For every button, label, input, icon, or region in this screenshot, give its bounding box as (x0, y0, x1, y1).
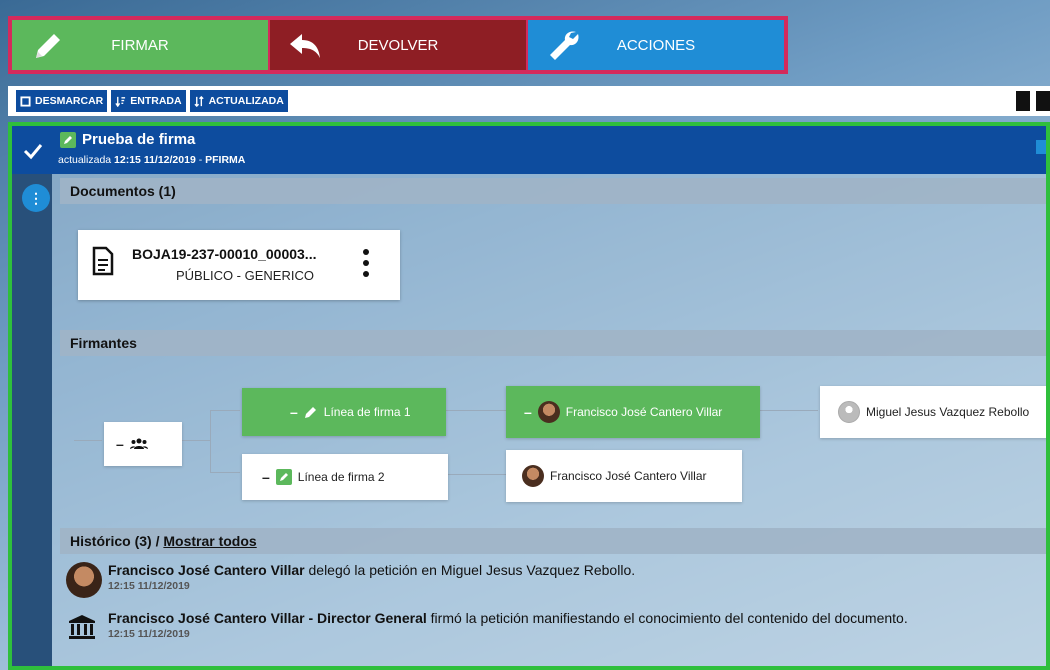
sort-actualizada-button[interactable]: ACTUALIZADA (189, 90, 288, 112)
pencil-icon (275, 469, 292, 485)
documents-section-header: Documentos (1) (60, 178, 1046, 204)
more-options-icon[interactable]: ⋮ (22, 184, 50, 212)
documents-header: Documentos (1) (70, 183, 176, 199)
actualizada-label: ACTUALIZADA (208, 95, 284, 107)
header-side-button[interactable] (1036, 140, 1046, 154)
square-icon (20, 95, 31, 107)
document-card[interactable]: BOJA19-237-00010_00003... PÚBLICO - GENE… (78, 230, 400, 300)
user-avatar (522, 465, 544, 487)
firmar-button[interactable]: FIRMAR (12, 20, 268, 70)
request-title-text: Prueba de firma (82, 131, 196, 148)
request-card: Prueba de firma actualizada 12:15 11/12/… (8, 122, 1050, 670)
history-actor: Francisco José Cantero Villar - Director… (108, 610, 427, 626)
tree-line (210, 410, 240, 411)
signature-line-label: Línea de firma 1 (323, 405, 411, 419)
users-icon (129, 438, 148, 449)
history-action: delegó la petición en Miguel Jesus Vazqu… (304, 562, 636, 578)
signer-node[interactable]: Miguel Jesus Vazquez Rebollo (820, 386, 1046, 438)
history-action: firmó la petición manifiestando el conoc… (426, 610, 908, 626)
export-icons (1016, 91, 1050, 111)
tree-line (74, 440, 102, 441)
pencil-icon (36, 34, 60, 58)
request-title: Prueba de firma (60, 131, 195, 148)
signer-node-active[interactable]: – Francisco José Cantero Villar (506, 386, 760, 438)
app-name: PFIRMA (205, 154, 246, 166)
desmarcar-button[interactable]: DESMARCAR (16, 90, 108, 112)
history-time: 12:15 11/12/2019 (108, 628, 190, 640)
devolver-button[interactable]: DEVOLVER (270, 20, 526, 70)
signature-line-2[interactable]: – Línea de firma 2 (242, 454, 448, 500)
action-bar: FIRMAR DEVOLVER ACCIONES (8, 16, 788, 74)
document-type: PÚBLICO - GENERICO (176, 268, 314, 283)
signers-section-header: Firmantes (60, 330, 1046, 356)
user-avatar (537, 401, 560, 423)
tree-line (446, 474, 506, 475)
history-text: Francisco José Cantero Villar delegó la … (108, 562, 635, 578)
sort-desc-icon (115, 96, 126, 107)
updated-at: 12:15 11/12/2019 (114, 154, 196, 166)
show-all-link[interactable]: Mostrar todos (163, 533, 256, 549)
signer-name: Miguel Jesus Vazquez Rebollo (866, 405, 1030, 419)
excel-export-icon[interactable] (1016, 91, 1030, 111)
updated-label: actualizada (58, 154, 112, 166)
meta-separator: - (198, 154, 203, 166)
tree-line (182, 440, 210, 441)
sort-icon (194, 95, 204, 107)
collapse-toggle[interactable]: – (524, 404, 532, 420)
signers-header: Firmantes (70, 335, 137, 351)
signer-name: Francisco José Cantero Villar (565, 405, 723, 419)
pencil-icon (304, 407, 316, 418)
signature-line-label: Línea de firma 2 (297, 470, 385, 484)
signature-line-1[interactable]: – Línea de firma 1 (242, 388, 446, 436)
signer-node[interactable]: Francisco José Cantero Villar (506, 450, 742, 502)
file-text-icon (92, 246, 114, 276)
history-item: Francisco José Cantero Villar delegó la … (60, 562, 1046, 602)
institution-icon (69, 615, 95, 639)
history-header-prefix: Histórico (3) / (70, 533, 160, 549)
collapse-toggle[interactable]: – (290, 404, 298, 420)
pencil-icon (60, 131, 76, 148)
entrada-label: ENTRADA (130, 95, 182, 107)
signer-name: Francisco José Cantero Villar (550, 469, 707, 483)
tree-line (210, 472, 240, 473)
desmarcar-label: DESMARCAR (35, 95, 104, 107)
tree-line (758, 410, 818, 411)
user-placeholder-icon (838, 401, 860, 423)
kebab-menu-icon[interactable] (362, 248, 370, 278)
history-item: Francisco José Cantero Villar - Director… (60, 610, 1046, 650)
collapse-toggle[interactable]: – (262, 469, 270, 485)
pdf-export-icon[interactable] (1036, 91, 1050, 111)
tree-line (210, 410, 211, 472)
checkbox-checked-icon[interactable] (22, 140, 44, 162)
user-avatar (66, 562, 102, 598)
request-header[interactable]: Prueba de firma actualizada 12:15 11/12/… (12, 126, 1046, 174)
signers-root-node[interactable]: – (104, 422, 182, 466)
history-section-header: Histórico (3) / Mostrar todos (60, 528, 1046, 554)
history-time: 12:15 11/12/2019 (108, 580, 190, 592)
document-name: BOJA19-237-00010_00003... (132, 246, 317, 262)
list-toolbar: DESMARCAR ENTRADA ACTUALIZADA (8, 86, 1050, 116)
collapse-toggle[interactable]: – (116, 436, 124, 452)
tree-line (444, 410, 506, 411)
reply-icon (290, 34, 320, 58)
sort-entrada-button[interactable]: ENTRADA (111, 90, 186, 112)
request-meta: actualizada 12:15 11/12/2019 - PFIRMA (58, 154, 245, 166)
history-text: Francisco José Cantero Villar - Director… (108, 610, 908, 626)
acciones-button[interactable]: ACCIONES (528, 20, 784, 70)
wrench-icon (550, 31, 579, 60)
history-actor: Francisco José Cantero Villar (108, 562, 305, 578)
